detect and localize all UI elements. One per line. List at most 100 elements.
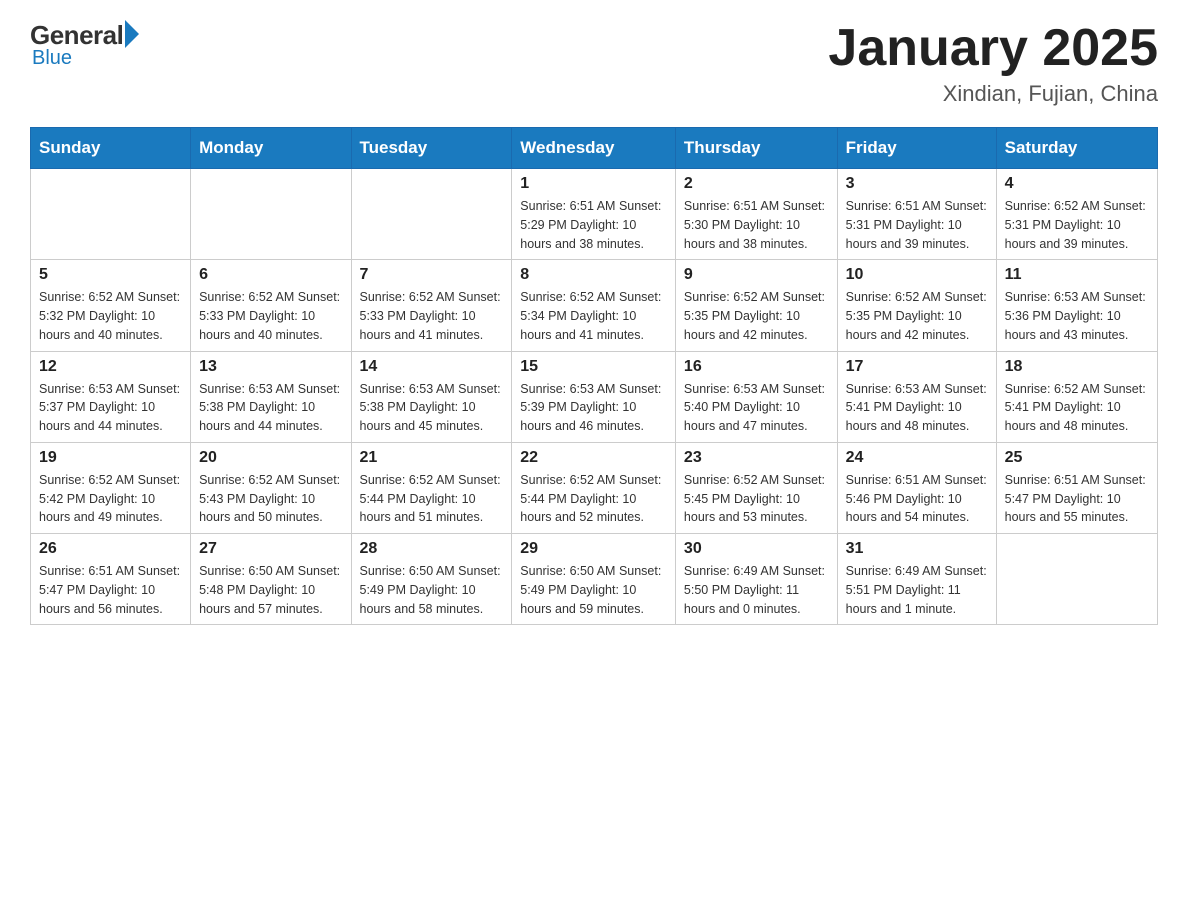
day-info: Sunrise: 6:52 AM Sunset: 5:33 PM Dayligh… <box>360 288 504 344</box>
day-info: Sunrise: 6:53 AM Sunset: 5:38 PM Dayligh… <box>360 380 504 436</box>
column-header-sunday: Sunday <box>31 128 191 169</box>
day-info: Sunrise: 6:52 AM Sunset: 5:32 PM Dayligh… <box>39 288 182 344</box>
logo-triangle-icon <box>125 20 139 48</box>
day-info: Sunrise: 6:52 AM Sunset: 5:44 PM Dayligh… <box>360 471 504 527</box>
calendar-cell: 9 Sunrise: 6:52 AM Sunset: 5:35 PM Daylig… <box>675 260 837 351</box>
day-number: 31 <box>846 540 988 558</box>
day-number: 14 <box>360 358 504 376</box>
day-number: 22 <box>520 449 667 467</box>
calendar-cell: 21 Sunrise: 6:52 AM Sunset: 5:44 PM Dayli… <box>351 442 512 533</box>
day-number: 8 <box>520 266 667 284</box>
day-info: Sunrise: 6:51 AM Sunset: 5:46 PM Dayligh… <box>846 471 988 527</box>
day-info: Sunrise: 6:53 AM Sunset: 5:40 PM Dayligh… <box>684 380 829 436</box>
column-header-saturday: Saturday <box>996 128 1157 169</box>
day-number: 10 <box>846 266 988 284</box>
day-info: Sunrise: 6:51 AM Sunset: 5:31 PM Dayligh… <box>846 197 988 253</box>
calendar-cell: 10 Sunrise: 6:52 AM Sunset: 5:35 PM Dayli… <box>837 260 996 351</box>
day-number: 21 <box>360 449 504 467</box>
day-info: Sunrise: 6:52 AM Sunset: 5:45 PM Dayligh… <box>684 471 829 527</box>
column-header-thursday: Thursday <box>675 128 837 169</box>
day-info: Sunrise: 6:53 AM Sunset: 5:38 PM Dayligh… <box>199 380 342 436</box>
calendar-week-row: 12 Sunrise: 6:53 AM Sunset: 5:37 PM Dayli… <box>31 351 1158 442</box>
calendar-cell: 20 Sunrise: 6:52 AM Sunset: 5:43 PM Dayli… <box>191 442 351 533</box>
day-number: 4 <box>1005 175 1149 193</box>
day-info: Sunrise: 6:50 AM Sunset: 5:49 PM Dayligh… <box>360 562 504 618</box>
calendar-cell: 15 Sunrise: 6:53 AM Sunset: 5:39 PM Dayli… <box>512 351 676 442</box>
calendar-header-row: SundayMondayTuesdayWednesdayThursdayFrid… <box>31 128 1158 169</box>
page-header: General Blue January 2025 Xindian, Fujia… <box>30 20 1158 107</box>
day-info: Sunrise: 6:52 AM Sunset: 5:31 PM Dayligh… <box>1005 197 1149 253</box>
day-number: 2 <box>684 175 829 193</box>
day-number: 12 <box>39 358 182 376</box>
calendar-cell: 6Sunrise: 6:52 AM Sunset: 5:33 PM Daylig… <box>191 260 351 351</box>
calendar-week-row: 19 Sunrise: 6:52 AM Sunset: 5:42 PM Dayli… <box>31 442 1158 533</box>
day-info: Sunrise: 6:52 AM Sunset: 5:35 PM Dayligh… <box>846 288 988 344</box>
calendar-cell: 24 Sunrise: 6:51 AM Sunset: 5:46 PM Dayli… <box>837 442 996 533</box>
day-number: 6 <box>199 266 342 284</box>
calendar-cell: 22 Sunrise: 6:52 AM Sunset: 5:44 PM Dayli… <box>512 442 676 533</box>
calendar-cell: 19 Sunrise: 6:52 AM Sunset: 5:42 PM Dayli… <box>31 442 191 533</box>
day-number: 24 <box>846 449 988 467</box>
logo-blue-text: Blue <box>32 47 72 70</box>
calendar-cell: 3 Sunrise: 6:51 AM Sunset: 5:31 PM Daylig… <box>837 169 996 260</box>
day-info: Sunrise: 6:52 AM Sunset: 5:35 PM Dayligh… <box>684 288 829 344</box>
calendar-cell: 5Sunrise: 6:52 AM Sunset: 5:32 PM Daylig… <box>31 260 191 351</box>
day-info: Sunrise: 6:49 AM Sunset: 5:50 PM Dayligh… <box>684 562 829 618</box>
calendar-cell: 29Sunrise: 6:50 AM Sunset: 5:49 PM Dayli… <box>512 534 676 625</box>
day-number: 23 <box>684 449 829 467</box>
day-info: Sunrise: 6:53 AM Sunset: 5:39 PM Dayligh… <box>520 380 667 436</box>
column-header-friday: Friday <box>837 128 996 169</box>
calendar-week-row: 5Sunrise: 6:52 AM Sunset: 5:32 PM Daylig… <box>31 260 1158 351</box>
month-year-title: January 2025 <box>828 20 1158 77</box>
day-number: 11 <box>1005 266 1149 284</box>
day-number: 28 <box>360 540 504 558</box>
day-number: 20 <box>199 449 342 467</box>
day-info: Sunrise: 6:52 AM Sunset: 5:34 PM Dayligh… <box>520 288 667 344</box>
column-header-tuesday: Tuesday <box>351 128 512 169</box>
day-number: 16 <box>684 358 829 376</box>
logo: General Blue <box>30 20 139 70</box>
calendar-week-row: 26Sunrise: 6:51 AM Sunset: 5:47 PM Dayli… <box>31 534 1158 625</box>
day-info: Sunrise: 6:52 AM Sunset: 5:43 PM Dayligh… <box>199 471 342 527</box>
calendar-table: SundayMondayTuesdayWednesdayThursdayFrid… <box>30 127 1158 625</box>
calendar-cell: 13 Sunrise: 6:53 AM Sunset: 5:38 PM Dayli… <box>191 351 351 442</box>
day-number: 27 <box>199 540 342 558</box>
day-number: 3 <box>846 175 988 193</box>
calendar-cell: 14 Sunrise: 6:53 AM Sunset: 5:38 PM Dayli… <box>351 351 512 442</box>
calendar-cell: 23 Sunrise: 6:52 AM Sunset: 5:45 PM Dayli… <box>675 442 837 533</box>
day-info: Sunrise: 6:52 AM Sunset: 5:44 PM Dayligh… <box>520 471 667 527</box>
calendar-cell: 2 Sunrise: 6:51 AM Sunset: 5:30 PM Daylig… <box>675 169 837 260</box>
column-header-monday: Monday <box>191 128 351 169</box>
location-subtitle: Xindian, Fujian, China <box>828 81 1158 107</box>
title-block: January 2025 Xindian, Fujian, China <box>828 20 1158 107</box>
day-info: Sunrise: 6:52 AM Sunset: 5:41 PM Dayligh… <box>1005 380 1149 436</box>
column-header-wednesday: Wednesday <box>512 128 676 169</box>
calendar-cell <box>996 534 1157 625</box>
calendar-cell: 4 Sunrise: 6:52 AM Sunset: 5:31 PM Daylig… <box>996 169 1157 260</box>
day-number: 1 <box>520 175 667 193</box>
calendar-cell: 17Sunrise: 6:53 AM Sunset: 5:41 PM Dayli… <box>837 351 996 442</box>
day-number: 29 <box>520 540 667 558</box>
day-number: 9 <box>684 266 829 284</box>
calendar-cell: 12 Sunrise: 6:53 AM Sunset: 5:37 PM Dayli… <box>31 351 191 442</box>
day-info: Sunrise: 6:53 AM Sunset: 5:41 PM Dayligh… <box>846 380 988 436</box>
calendar-cell: 7Sunrise: 6:52 AM Sunset: 5:33 PM Daylig… <box>351 260 512 351</box>
calendar-cell: 8 Sunrise: 6:52 AM Sunset: 5:34 PM Daylig… <box>512 260 676 351</box>
day-number: 25 <box>1005 449 1149 467</box>
day-number: 19 <box>39 449 182 467</box>
calendar-cell <box>191 169 351 260</box>
calendar-cell: 25Sunrise: 6:51 AM Sunset: 5:47 PM Dayli… <box>996 442 1157 533</box>
calendar-cell: 11Sunrise: 6:53 AM Sunset: 5:36 PM Dayli… <box>996 260 1157 351</box>
calendar-cell: 28 Sunrise: 6:50 AM Sunset: 5:49 PM Dayli… <box>351 534 512 625</box>
day-number: 15 <box>520 358 667 376</box>
day-number: 18 <box>1005 358 1149 376</box>
day-info: Sunrise: 6:53 AM Sunset: 5:37 PM Dayligh… <box>39 380 182 436</box>
day-info: Sunrise: 6:51 AM Sunset: 5:30 PM Dayligh… <box>684 197 829 253</box>
calendar-cell: 26Sunrise: 6:51 AM Sunset: 5:47 PM Dayli… <box>31 534 191 625</box>
day-number: 30 <box>684 540 829 558</box>
day-info: Sunrise: 6:50 AM Sunset: 5:48 PM Dayligh… <box>199 562 342 618</box>
day-info: Sunrise: 6:52 AM Sunset: 5:42 PM Dayligh… <box>39 471 182 527</box>
calendar-cell: 18 Sunrise: 6:52 AM Sunset: 5:41 PM Dayli… <box>996 351 1157 442</box>
day-number: 13 <box>199 358 342 376</box>
calendar-cell <box>351 169 512 260</box>
